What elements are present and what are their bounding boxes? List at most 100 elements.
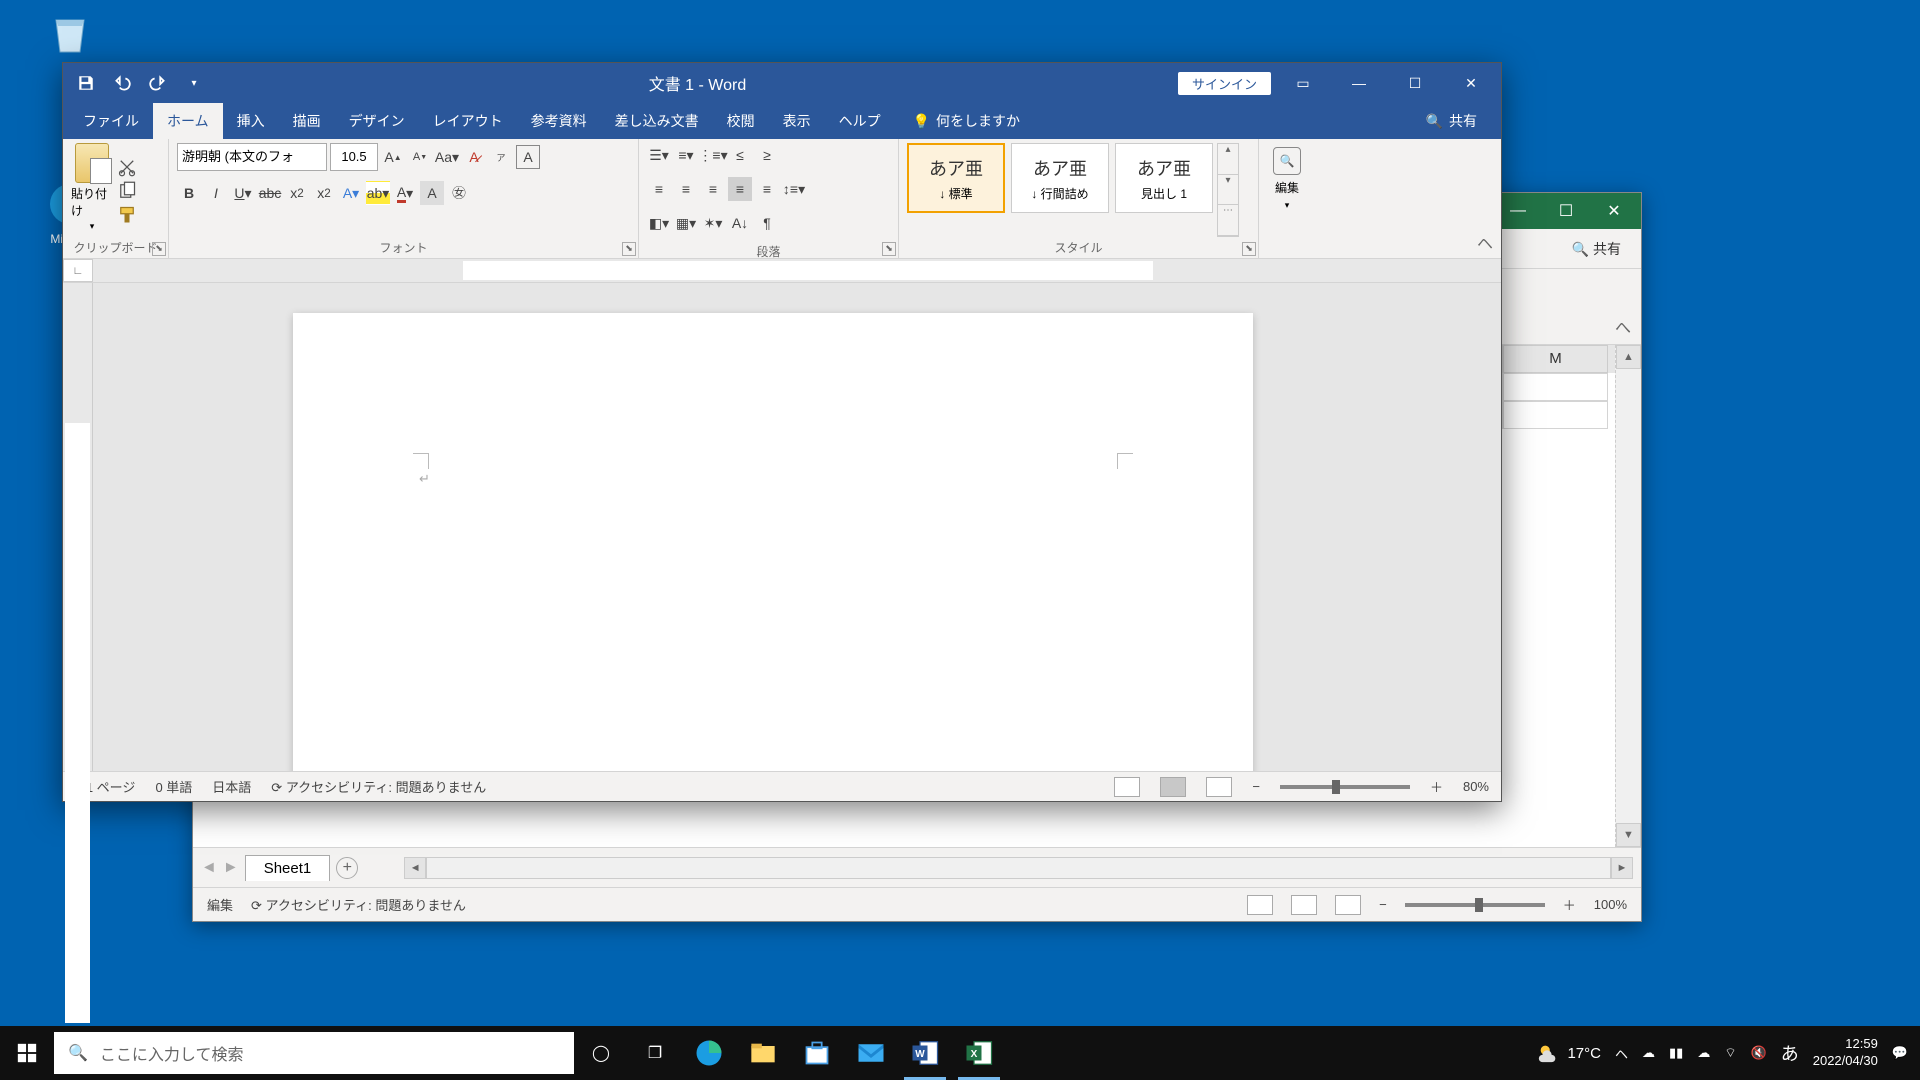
tab-draw[interactable]: 描画 — [279, 103, 335, 139]
text-effects-icon[interactable]: A▾ — [339, 181, 363, 205]
tab-view[interactable]: 表示 — [769, 103, 825, 139]
cut-icon[interactable] — [117, 157, 137, 175]
zoom-out[interactable]: − — [1379, 897, 1387, 912]
styles-more-button[interactable]: ▴▾⋯ — [1217, 143, 1239, 237]
page[interactable]: ↵ — [293, 313, 1253, 771]
styles-launcher[interactable]: ⬊ — [1242, 242, 1256, 256]
cell[interactable] — [1503, 401, 1608, 429]
document-area[interactable]: ↵ — [93, 283, 1501, 771]
align-center-icon[interactable]: ≡ — [674, 177, 698, 201]
tray-clock[interactable]: 12:59 2022/04/30 — [1813, 1036, 1878, 1070]
tray-notifications-icon[interactable]: 💬 — [1892, 1045, 1908, 1061]
highlight-icon[interactable]: ab▾ — [366, 181, 390, 205]
clipboard-launcher[interactable]: ⬊ — [152, 242, 166, 256]
increase-indent-icon[interactable]: ≥ — [755, 143, 779, 167]
hscroll-right[interactable]: ► — [1611, 857, 1633, 879]
taskbar-store[interactable] — [790, 1026, 844, 1080]
taskbar-search[interactable]: 🔍 ここに入力して検索 — [54, 1032, 574, 1074]
view-web-layout[interactable] — [1206, 777, 1232, 797]
tray-wifi-icon[interactable]: ⌔ — [1724, 1045, 1736, 1061]
find-button[interactable]: 🔍 編集 ▾ — [1267, 143, 1307, 240]
task-view-icon[interactable]: ❐ — [628, 1026, 682, 1080]
decrease-indent-icon[interactable]: ≤ — [728, 143, 752, 167]
excel-share-button[interactable]: 🔍 共有 — [1572, 239, 1621, 259]
qat-customize-icon[interactable]: ▾ — [185, 74, 203, 92]
numbering-icon[interactable]: ≡▾ — [674, 143, 698, 167]
change-case-icon[interactable]: Aa▾ — [435, 145, 459, 169]
excel-close-button[interactable]: ✕ — [1591, 196, 1637, 226]
sheet-add-button[interactable]: + — [336, 857, 358, 879]
minimize-button[interactable]: ― — [1335, 65, 1383, 101]
hscroll-track[interactable] — [426, 857, 1611, 879]
excel-maximize-button[interactable]: ☐ — [1543, 196, 1589, 226]
tray-onedrive-icon[interactable]: ☁ — [1697, 1045, 1710, 1061]
underline-button[interactable]: U▾ — [231, 181, 255, 205]
shrink-font-icon[interactable]: A▼ — [408, 145, 432, 169]
ribbon-display-icon[interactable]: ▭ — [1279, 65, 1327, 101]
excel-accessibility[interactable]: ⟳ アクセシビリティ: 問題ありません — [251, 895, 466, 914]
style-item[interactable]: あア亜↓ 標準 — [907, 143, 1005, 213]
grow-font-icon[interactable]: A▲ — [381, 145, 405, 169]
cell[interactable] — [1503, 373, 1608, 401]
multilevel-icon[interactable]: ⋮≡▾ — [701, 143, 725, 167]
excel-collapse-ribbon[interactable]: へ — [1615, 314, 1631, 338]
char-shading-icon[interactable]: A — [420, 181, 444, 205]
phonetic-guide-icon[interactable]: ア — [489, 145, 513, 169]
undo-icon[interactable] — [113, 74, 131, 92]
sheet-tab-sheet1[interactable]: Sheet1 — [245, 855, 331, 881]
start-button[interactable] — [0, 1026, 54, 1080]
align-left-icon[interactable]: ≡ — [647, 177, 671, 201]
enclose-char-icon[interactable]: ㊛ — [447, 181, 471, 205]
superscript-button[interactable]: x2 — [312, 181, 336, 205]
justify-icon[interactable]: ≡ — [728, 177, 752, 201]
tab-selector[interactable]: ∟ — [63, 259, 93, 282]
collapse-ribbon-button[interactable]: ヘ — [1477, 230, 1493, 254]
view-print-layout[interactable] — [1160, 777, 1186, 797]
word-zoom-slider[interactable]: .word-status .zoom-slider::after{left:40… — [1280, 785, 1410, 789]
scroll-up-button[interactable]: ▲ — [1616, 345, 1641, 369]
taskbar-mail[interactable] — [844, 1026, 898, 1080]
tray-volume-icon[interactable]: 🔇 — [1751, 1045, 1767, 1061]
style-item[interactable]: あア亜↓ 行間詰め — [1011, 143, 1109, 213]
tab-insert[interactable]: 挿入 — [223, 103, 279, 139]
style-item[interactable]: あア亜見出し 1 — [1115, 143, 1213, 213]
tell-me-search[interactable]: 💡 何をしますか — [913, 111, 1020, 131]
tab-review[interactable]: 校閲 — [713, 103, 769, 139]
excel-view-pagebreak[interactable] — [1335, 895, 1361, 915]
desktop-recycle-bin[interactable] — [30, 10, 110, 62]
font-name-combo[interactable]: 游明朝 (本文のフォ — [177, 143, 327, 171]
tab-help[interactable]: ヘルプ — [825, 103, 895, 139]
hscroll-left[interactable]: ◄ — [404, 857, 426, 879]
format-painter-icon[interactable] — [117, 205, 137, 223]
vertical-ruler[interactable] — [63, 283, 93, 771]
sheet-next[interactable]: ► — [223, 859, 239, 877]
tab-design[interactable]: デザイン — [335, 103, 419, 139]
paste-button[interactable]: 貼り付け ▾ — [71, 143, 113, 237]
tray-meet-icon[interactable]: ☁ — [1642, 1045, 1655, 1061]
zoom-out[interactable]: − — [1252, 779, 1260, 794]
paragraph-launcher[interactable]: ⬊ — [882, 242, 896, 256]
tab-mailings[interactable]: 差し込み文書 — [601, 103, 713, 139]
subscript-button[interactable]: x2 — [285, 181, 309, 205]
view-read-mode[interactable] — [1114, 777, 1140, 797]
word-zoom-level[interactable]: 80% — [1463, 779, 1489, 794]
accessibility-status[interactable]: ⟳ アクセシビリティ: 問題ありません — [271, 777, 486, 796]
excel-view-normal[interactable] — [1247, 895, 1273, 915]
font-launcher[interactable]: ⬊ — [622, 242, 636, 256]
italic-button[interactable]: I — [204, 181, 228, 205]
char-border-icon[interactable]: A — [516, 145, 540, 169]
shading-icon[interactable]: ◧▾ — [647, 211, 671, 235]
tray-battery-icon[interactable]: ▮▮ — [1669, 1045, 1683, 1061]
excel-vertical-scrollbar[interactable]: ▲ ▼ — [1615, 345, 1641, 847]
bullets-icon[interactable]: ☰▾ — [647, 143, 671, 167]
horizontal-ruler[interactable]: ∟ — [63, 259, 1501, 283]
sheet-prev[interactable]: ◄ — [201, 859, 217, 877]
word-count[interactable]: 0 単語 — [155, 777, 192, 796]
save-icon[interactable] — [77, 74, 95, 92]
zoom-in[interactable]: ＋ — [1430, 777, 1443, 796]
excel-zoom-level[interactable]: 100% — [1594, 897, 1627, 912]
redo-icon[interactable] — [149, 74, 167, 92]
col-header-m[interactable]: M — [1503, 345, 1608, 373]
taskbar-word[interactable]: W — [898, 1026, 952, 1080]
word-titlebar[interactable]: ▾ 文書 1 - Word サインイン ▭ ― ☐ ✕ — [63, 63, 1501, 103]
